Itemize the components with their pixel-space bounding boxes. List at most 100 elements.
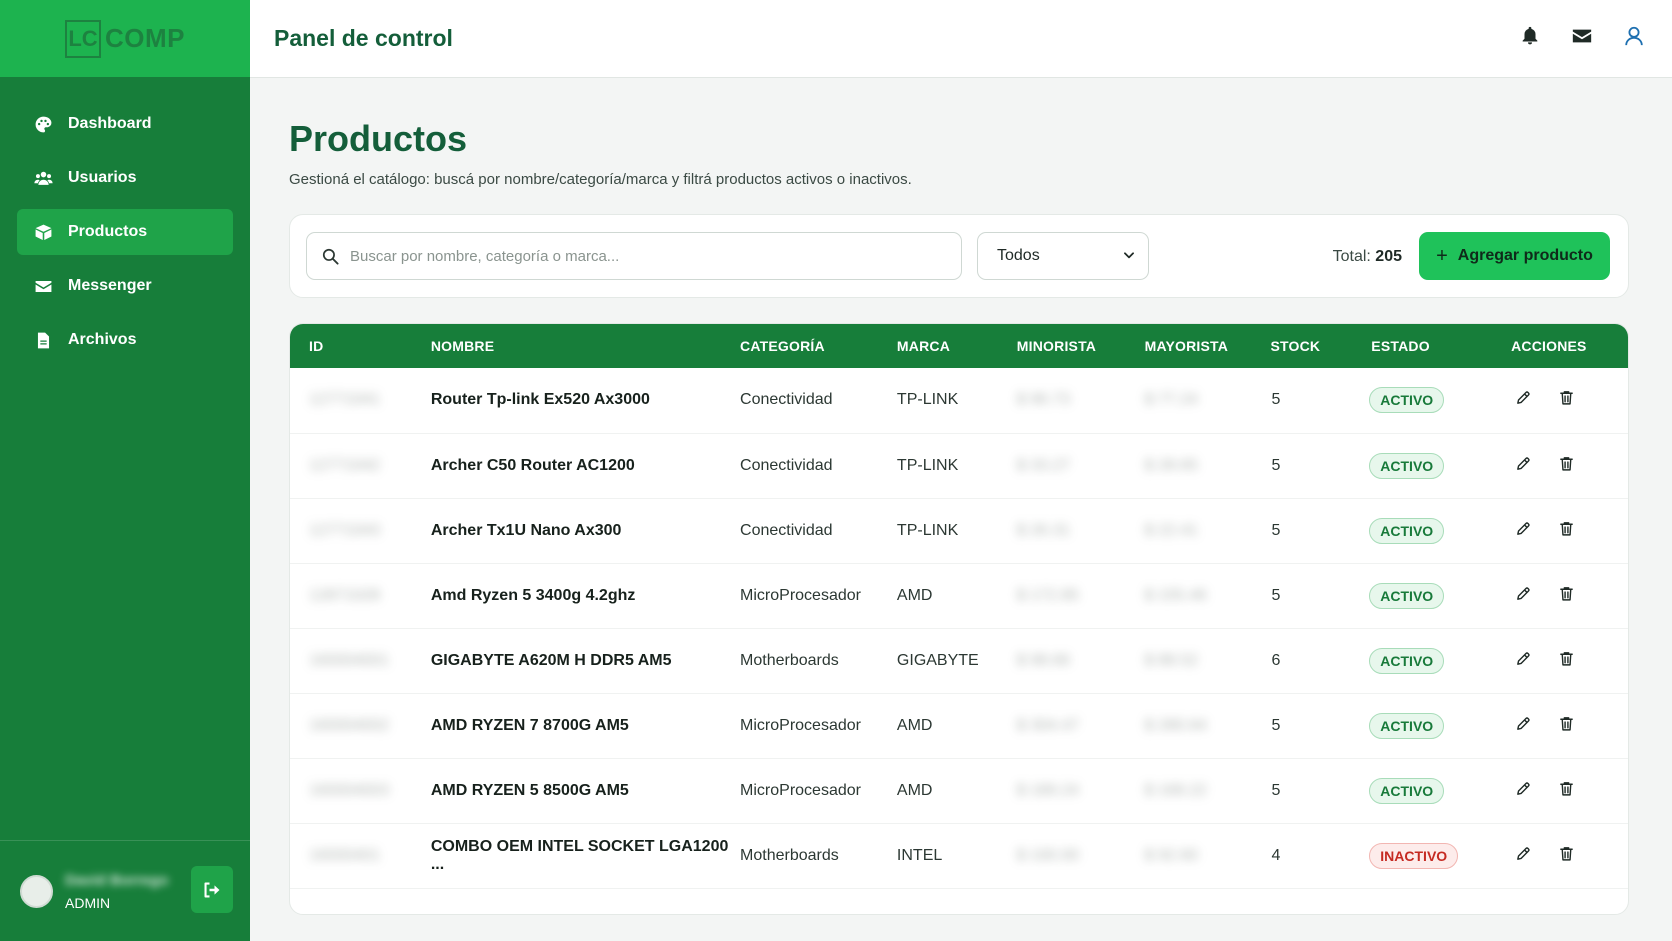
product-brand: GIGABYTE — [896, 651, 979, 669]
table-row[interactable]: 12771041 Router Tp-link Ex520 Ax3000 Conec… — [290, 368, 1628, 433]
column-header-marca[interactable]: MARCA — [897, 324, 1017, 368]
column-header-id[interactable]: ID — [290, 324, 431, 368]
table-row[interactable]: 12871028 Amd Ryzen 5 3400g 4.2ghz MicroPro… — [290, 563, 1628, 628]
column-header-categoria[interactable]: CATEGORÍA — [740, 324, 897, 368]
product-category: MicroProcesador — [740, 716, 861, 734]
product-stock: 5 — [1271, 716, 1281, 734]
table-row[interactable]: 160004002 AMD RYZEN 7 8700G AM5 MicroProce… — [290, 693, 1628, 758]
edit-button[interactable] — [1511, 388, 1535, 412]
column-header-acciones: ACCIONES — [1511, 338, 1587, 354]
file-icon — [32, 329, 54, 351]
sidebar-item-messenger[interactable]: Messenger — [17, 263, 233, 309]
table-row[interactable]: 160004003 AMD RYZEN 5 8500G AM5 MicroProce… — [290, 758, 1628, 823]
add-product-button[interactable]: + Agregar producto — [1419, 232, 1610, 280]
table-row[interactable]: 12771042 Archer C50 Router AC1200 Conectiv… — [290, 433, 1628, 498]
status-badge: ACTIVO — [1369, 647, 1445, 674]
bell-icon[interactable] — [1518, 22, 1542, 50]
delete-button[interactable] — [1554, 779, 1578, 803]
product-name: GIGABYTE A620M H DDR5 AM5 — [430, 651, 672, 669]
logo[interactable]: LC COMP — [65, 19, 185, 58]
delete-button[interactable] — [1554, 584, 1578, 608]
table-row[interactable]: 160004001 GIGABYTE A620M H DDR5 AM5 Mother… — [290, 628, 1628, 693]
header-actions — [1518, 22, 1646, 50]
pencil-icon — [1515, 845, 1532, 867]
status-badge: ACTIVO — [1369, 777, 1445, 804]
user-info: David Borrego ADMIN — [65, 872, 168, 911]
column-header-minorista[interactable]: MINORISTA — [1017, 324, 1145, 368]
trash-icon — [1558, 389, 1575, 411]
delete-button[interactable] — [1554, 649, 1578, 673]
logout-button[interactable] — [191, 866, 233, 913]
search-box[interactable] — [306, 232, 962, 280]
box-icon — [32, 221, 54, 243]
sidebar-nav: Dashboard Usuarios Productos Messenger A… — [0, 77, 250, 363]
delete-button[interactable] — [1554, 519, 1578, 543]
status-badge: ACTIVO — [1369, 517, 1445, 544]
product-retail-price: $ 189.24 — [1016, 781, 1080, 799]
table-row[interactable]: 12771043 Archer Tx1U Nano Ax300 Conectivid… — [290, 498, 1628, 563]
product-category: MicroProcesador — [740, 586, 861, 604]
product-wholesale-price: $ 155.46 — [1144, 586, 1207, 604]
edit-button[interactable] — [1511, 779, 1535, 803]
product-category: Conectividad — [740, 456, 833, 474]
user-icon[interactable] — [1622, 22, 1646, 50]
pencil-icon — [1515, 650, 1532, 672]
users-icon — [32, 167, 54, 189]
top-header: Panel de control — [250, 0, 1672, 78]
product-stock: 5 — [1271, 586, 1281, 604]
chevron-down-icon — [1124, 252, 1134, 259]
product-id: 160004001 — [309, 651, 390, 669]
delete-button[interactable] — [1554, 714, 1578, 738]
search-input[interactable] — [350, 247, 950, 265]
product-brand: TP-LINK — [896, 521, 959, 539]
sidebar-item-label: Messenger — [68, 277, 152, 294]
column-header-mayorista[interactable]: MAYORISTA — [1145, 324, 1271, 368]
product-category: Conectividad — [740, 391, 833, 409]
sidebar-item-label: Dashboard — [68, 115, 152, 132]
product-wholesale-price: $ 280.64 — [1144, 716, 1207, 734]
sidebar-item-dashboard[interactable]: Dashboard — [17, 101, 233, 147]
avatar[interactable] — [20, 874, 53, 908]
header-title: Panel de control — [274, 25, 453, 51]
table-row[interactable]: 16000401 COMBO OEM INTEL SOCKET LGA1200 .… — [290, 823, 1628, 888]
column-header-nombre[interactable]: NOMBRE — [431, 324, 740, 368]
brand-bar: LC COMP — [0, 0, 250, 77]
delete-button[interactable] — [1554, 454, 1578, 478]
sidebar-item-archivos[interactable]: Archivos — [17, 317, 233, 363]
status-filter-select[interactable]: Todos — [977, 232, 1149, 280]
product-wholesale-price: $ 22.41 — [1144, 521, 1198, 539]
toolbar: Todos Total: 205 + Agregar producto — [289, 214, 1629, 298]
envelope-icon — [32, 275, 54, 297]
edit-button[interactable] — [1511, 844, 1535, 868]
pencil-icon — [1515, 520, 1532, 542]
product-name: Archer C50 Router AC1200 — [430, 456, 635, 474]
product-id: 12771043 — [309, 521, 381, 539]
pencil-icon — [1515, 455, 1532, 477]
page-title: Productos — [289, 118, 468, 159]
envelope-icon[interactable] — [1570, 22, 1594, 50]
sidebar-item-productos[interactable]: Productos — [17, 209, 233, 255]
trash-icon — [1558, 780, 1575, 802]
table-header-row: ID NOMBRE CATEGORÍA MARCA MINORISTA MAYO… — [290, 324, 1628, 368]
product-retail-price: $ 172.85 — [1016, 586, 1080, 604]
edit-button[interactable] — [1511, 519, 1535, 543]
product-stock: 5 — [1271, 521, 1281, 539]
product-wholesale-price: $ 88.52 — [1144, 651, 1198, 669]
product-stock: 5 — [1271, 391, 1281, 409]
sidebar-item-usuarios[interactable]: Usuarios — [17, 155, 233, 201]
search-icon — [322, 248, 339, 265]
product-brand: AMD — [896, 586, 933, 604]
product-stock: 4 — [1271, 846, 1281, 864]
column-header-estado[interactable]: ESTADO — [1369, 324, 1511, 368]
edit-button[interactable] — [1511, 714, 1535, 738]
product-retail-price: $ 100.00 — [1016, 846, 1080, 864]
edit-button[interactable] — [1511, 454, 1535, 478]
edit-button[interactable] — [1511, 649, 1535, 673]
edit-button[interactable] — [1511, 584, 1535, 608]
column-header-stock[interactable]: STOCK — [1270, 324, 1369, 368]
status-badge: ACTIVO — [1369, 452, 1445, 479]
product-name: AMD RYZEN 5 8500G AM5 — [430, 781, 629, 799]
delete-button[interactable] — [1554, 844, 1578, 868]
delete-button[interactable] — [1554, 388, 1578, 412]
user-panel: David Borrego ADMIN — [0, 840, 250, 941]
